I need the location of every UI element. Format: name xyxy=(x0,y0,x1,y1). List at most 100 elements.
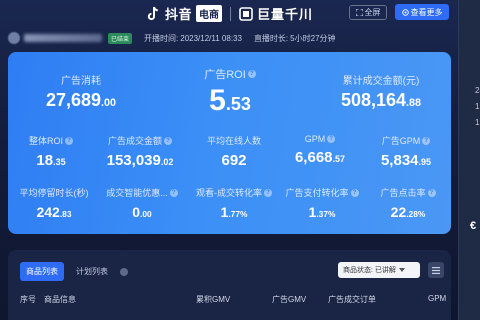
metrics-card: 广告消耗 27,689.00 广告ROI? 5.53 累计成交金额(元) 508… xyxy=(8,52,451,234)
dashboard-page: 抖音 电商 巨量千川 全屏 查看更多 已结束 开播时间: 2023/12/11 … xyxy=(0,0,480,320)
metric-label: 广告ROI xyxy=(204,69,246,81)
side-value: 12 xyxy=(475,118,480,127)
column-settings-button[interactable] xyxy=(428,262,444,278)
duration-value: 5小时27分钟 xyxy=(290,33,336,43)
metric-value-dec: .37% xyxy=(316,209,336,219)
metric-value-int: 22 xyxy=(390,204,407,220)
metric-label: 平均在线人数 xyxy=(206,136,261,146)
metric-value-dec: .00 xyxy=(101,97,117,109)
view-more-label: 查看更多 xyxy=(410,7,443,17)
metric-value-dec: .28% xyxy=(406,209,426,219)
metric-ad-roi: 广告ROI? 5.53 xyxy=(180,66,280,118)
col-ad-gmv: 广告GMV xyxy=(272,295,307,304)
help-icon[interactable]: ? xyxy=(327,135,336,143)
chevron-down-icon xyxy=(398,268,405,272)
table-header: 序号 商品信息 累积GMV 广告GMV 广告成交订单 GPM xyxy=(20,294,450,306)
status-badge: 已结束 xyxy=(108,32,133,44)
metric-label: 累计成交金额(元) xyxy=(342,76,420,87)
metric-total-gmv: 累计成交金额(元) 508,164.88 xyxy=(320,72,442,111)
col-gpm: GPM xyxy=(428,294,447,303)
metric-value-int: 692 xyxy=(221,152,247,169)
metric-overall-roi: 整体ROI? 18.35 xyxy=(16,134,86,169)
metric-value-int: 6,668 xyxy=(294,149,333,166)
metric-value-int: 0 xyxy=(132,204,141,220)
help-icon[interactable]: ? xyxy=(169,188,178,197)
side-value: 24 xyxy=(475,86,480,95)
list-settings-icon xyxy=(432,266,440,274)
metric-value-int: 27,689 xyxy=(45,90,102,110)
help-icon[interactable] xyxy=(120,267,128,276)
blurred-account-name xyxy=(24,34,102,42)
metric-ad-gmv: 广告成交金额? 153,039.02 xyxy=(90,134,190,169)
metric-label: 成交智能优惠... xyxy=(106,188,168,198)
qianchuan-logo-icon xyxy=(239,6,253,21)
qianchuan-brand-name: 巨量千川 xyxy=(257,7,314,22)
tab-product-list[interactable]: 商品列表 xyxy=(20,262,64,281)
table-tabs: 商品列表 计划列表 xyxy=(20,262,128,281)
brand-logos: 抖音 电商 巨量千川 xyxy=(145,4,313,23)
help-icon[interactable]: ? xyxy=(247,70,256,78)
metric-value-dec: .83 xyxy=(59,209,72,219)
eye-icon xyxy=(401,8,409,16)
metric-value-dec: .00 xyxy=(140,209,152,219)
metric-ad-pay-conv: 广告支付转化率? 1.37% xyxy=(280,186,364,220)
fullscreen-button[interactable]: 全屏 xyxy=(349,5,387,20)
side-badge: € xyxy=(470,220,477,232)
metric-label: 广告点击率 xyxy=(380,188,426,198)
metric-value-dec: .88 xyxy=(406,97,422,109)
start-time-value: 2023/12/11 08:33 xyxy=(180,33,242,43)
right-side-panel: 24 1 12 € xyxy=(458,0,480,320)
metric-value-int: 242 xyxy=(36,204,60,220)
metric-label: GPM xyxy=(304,134,326,144)
metric-value-dec: .57 xyxy=(332,154,346,164)
metric-value-int: 508,164 xyxy=(340,90,407,110)
metric-ad-ctr: 广告点击率? 22.28% xyxy=(370,186,446,220)
metric-label: 观看-成交转化率 xyxy=(196,188,262,198)
avatar xyxy=(8,32,20,44)
metric-value-int: 153,039 xyxy=(106,152,161,169)
help-icon[interactable]: ? xyxy=(65,136,73,145)
metric-value-dec: .35 xyxy=(53,157,66,167)
fullscreen-icon xyxy=(355,9,363,16)
status-filter-select[interactable]: 商品状态: 已讲解 xyxy=(338,262,420,278)
brand-bar: 抖音 电商 巨量千川 全屏 查看更多 xyxy=(0,0,455,26)
help-icon[interactable]: ? xyxy=(427,188,436,197)
metric-ad-cost: 广告消耗 27,689.00 xyxy=(26,72,136,111)
metric-label: 整体ROI xyxy=(28,136,63,146)
metric-label: 广告支付转化率 xyxy=(285,188,349,198)
col-index: 序号 xyxy=(20,295,36,304)
metric-label: 广告GPM xyxy=(381,136,421,146)
view-more-button[interactable]: 查看更多 xyxy=(395,4,449,20)
metric-gpm: GPM? 6,668.57 xyxy=(280,134,360,166)
help-icon[interactable]: ? xyxy=(264,188,272,197)
help-icon[interactable]: ? xyxy=(164,136,172,145)
live-info-row: 已结束 开播时间: 2023/12/11 08:33 直播时长: 5小时27分钟 xyxy=(8,30,458,46)
metric-value-dec: .02 xyxy=(160,157,174,167)
metric-label: 广告消耗 xyxy=(61,76,101,87)
metric-coupon: 成交智能优惠...? 0.00 xyxy=(100,186,184,220)
douyin-logo-icon xyxy=(145,6,161,22)
metric-label: 广告成交金额 xyxy=(107,136,162,146)
metric-label: 平均停留时长(秒) xyxy=(19,188,89,198)
side-value: 1 xyxy=(475,102,480,111)
start-time-label: 开播时间: xyxy=(144,33,179,43)
duration-label: 直播时长: xyxy=(253,33,289,43)
metric-avg-stay: 平均停留时长(秒) 242.83 xyxy=(14,186,94,220)
ecommerce-tag: 电商 xyxy=(196,5,223,22)
col-ad-orders: 广告成交订单 xyxy=(328,295,376,304)
metric-ad-gpm: 广告GPM? 5,834.95 xyxy=(366,134,446,169)
metric-value-int: 5,834 xyxy=(380,152,419,169)
col-cumulative-gmv: 累积GMV xyxy=(196,295,231,304)
col-product-info: 商品信息 xyxy=(44,295,76,304)
metric-value-int: 5 xyxy=(209,84,226,117)
help-icon[interactable]: ? xyxy=(422,136,431,145)
metric-value-int: 18 xyxy=(36,152,54,169)
douyin-brand-name: 抖音 xyxy=(165,7,193,22)
metric-value-dec: .77% xyxy=(228,209,248,219)
tab-plan-list[interactable]: 计划列表 xyxy=(70,262,114,281)
help-icon[interactable]: ? xyxy=(350,188,359,197)
brand-divider xyxy=(230,6,232,21)
metric-watch-conv: 观看-成交转化率? 1.77% xyxy=(188,186,280,220)
product-table-card: 商品列表 计划列表 商品状态: 已讲解 序号 商品信息 累积GMV 广告GMV … xyxy=(8,250,451,320)
status-filter-value: 商品状态: 已讲解 xyxy=(343,267,396,274)
